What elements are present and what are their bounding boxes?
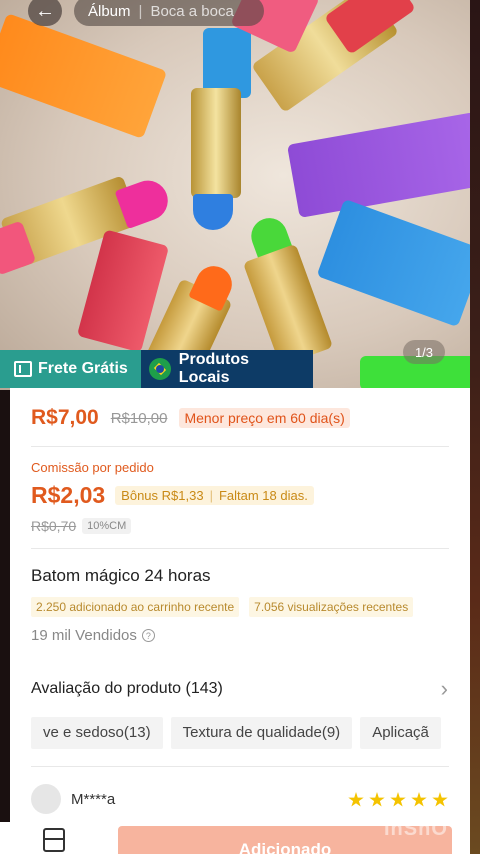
- lipstick-purple: [287, 112, 472, 218]
- product-title: Batom mágico 24 horas: [31, 566, 211, 585]
- star-icon: [348, 792, 364, 807]
- breadcrumb-separator: |: [138, 2, 143, 20]
- star-icon: [390, 792, 406, 807]
- rating-stars: [348, 792, 448, 808]
- lipstick-green-body: [242, 243, 334, 367]
- sold-row: 19 mil Vendidos ?: [31, 627, 155, 644]
- lowest-price-badge: Menor preço em 60 dia(s): [179, 408, 350, 428]
- info-icon[interactable]: ?: [141, 629, 155, 642]
- image-counter: 1/3: [403, 340, 445, 364]
- star-icon: [411, 792, 427, 807]
- watermark: InShO: [384, 818, 448, 840]
- star-icon: [432, 792, 448, 807]
- review-tag-chips: ve e sedoso(13) Textura de qualidade(9) Ap…: [31, 717, 449, 751]
- lipstick-blue-gold: [191, 88, 241, 198]
- tag-row: Frete Grátis Produtos Locais: [0, 350, 313, 388]
- review-chip[interactable]: ve e sedoso(13): [31, 717, 163, 749]
- back-arrow-icon: ←: [35, 0, 55, 22]
- local-products-tag: Produtos Locais: [141, 350, 313, 388]
- current-price: R$7,00: [31, 406, 99, 429]
- avatar: [31, 784, 61, 814]
- shipping-icon: [14, 361, 32, 377]
- views-stat: 7.056 visualizações recentes: [249, 597, 414, 617]
- breadcrumb-album[interactable]: Álbum: [88, 3, 131, 20]
- star-icon: [369, 792, 385, 807]
- divider: [31, 766, 449, 767]
- local-products-label: Produtos Locais: [178, 351, 250, 386]
- reviewer-row: M****a: [31, 784, 115, 814]
- lipstick-sky: [316, 198, 472, 328]
- lipstick-blue-tip: [193, 194, 233, 230]
- product-info-card: R$7,00 R$10,00 Menor preço em 60 dia(s) …: [10, 388, 470, 854]
- free-shipping-label: Frete Grátis: [38, 360, 128, 377]
- breadcrumb-source[interactable]: Boca a boca: [150, 3, 233, 20]
- background-edge: [470, 0, 480, 854]
- breadcrumb: Álbum | Boca a boca: [74, 0, 264, 26]
- lipstick-orange: [0, 13, 168, 139]
- free-shipping-tag: Frete Grátis: [0, 350, 141, 388]
- original-price: R$10,00: [110, 409, 168, 427]
- reviewer-name: M****a: [71, 790, 116, 808]
- divider: [31, 446, 449, 447]
- commission-label: Comissão por pedido: [31, 460, 154, 475]
- review-chip[interactable]: Textura de qualidade(9): [170, 717, 353, 749]
- sold-count: 19 mil Vendidos: [31, 627, 137, 644]
- shop-icon[interactable]: [43, 828, 65, 852]
- chevron-right-icon[interactable]: ›: [441, 676, 448, 702]
- commission-bonus: Bônus R$1,33 | Faltam 18 dias.: [115, 486, 314, 505]
- stats-row: 2.250 adicionado ao carrinho recente 7.0…: [31, 597, 414, 617]
- added-label: Adicionado: [238, 840, 332, 854]
- product-image-gallery[interactable]: ← Álbum | Boca a boca 1/3: [0, 0, 472, 390]
- divider: [31, 548, 449, 549]
- price-row: R$7,00 R$10,00 Menor preço em 60 dia(s): [31, 406, 350, 430]
- old-commission-row: R$0,70 10%CM: [31, 518, 132, 534]
- commission-rate: 10%CM: [82, 518, 132, 534]
- commission-row: R$2,03 Bônus R$1,33 | Faltam 18 dias.: [31, 482, 314, 509]
- old-commission: R$0,70: [31, 518, 77, 534]
- cart-stat: 2.250 adicionado ao carrinho recente: [31, 597, 240, 617]
- review-chip[interactable]: Aplicaçã: [360, 717, 441, 749]
- review-section-title[interactable]: Avaliação do produto (143): [31, 680, 223, 698]
- product-page: ← Álbum | Boca a boca 1/3 Frete Grátis P…: [0, 0, 480, 854]
- back-button[interactable]: ←: [28, 0, 62, 26]
- brazil-flag-icon: [149, 358, 171, 380]
- commission-amount: R$2,03: [31, 482, 106, 508]
